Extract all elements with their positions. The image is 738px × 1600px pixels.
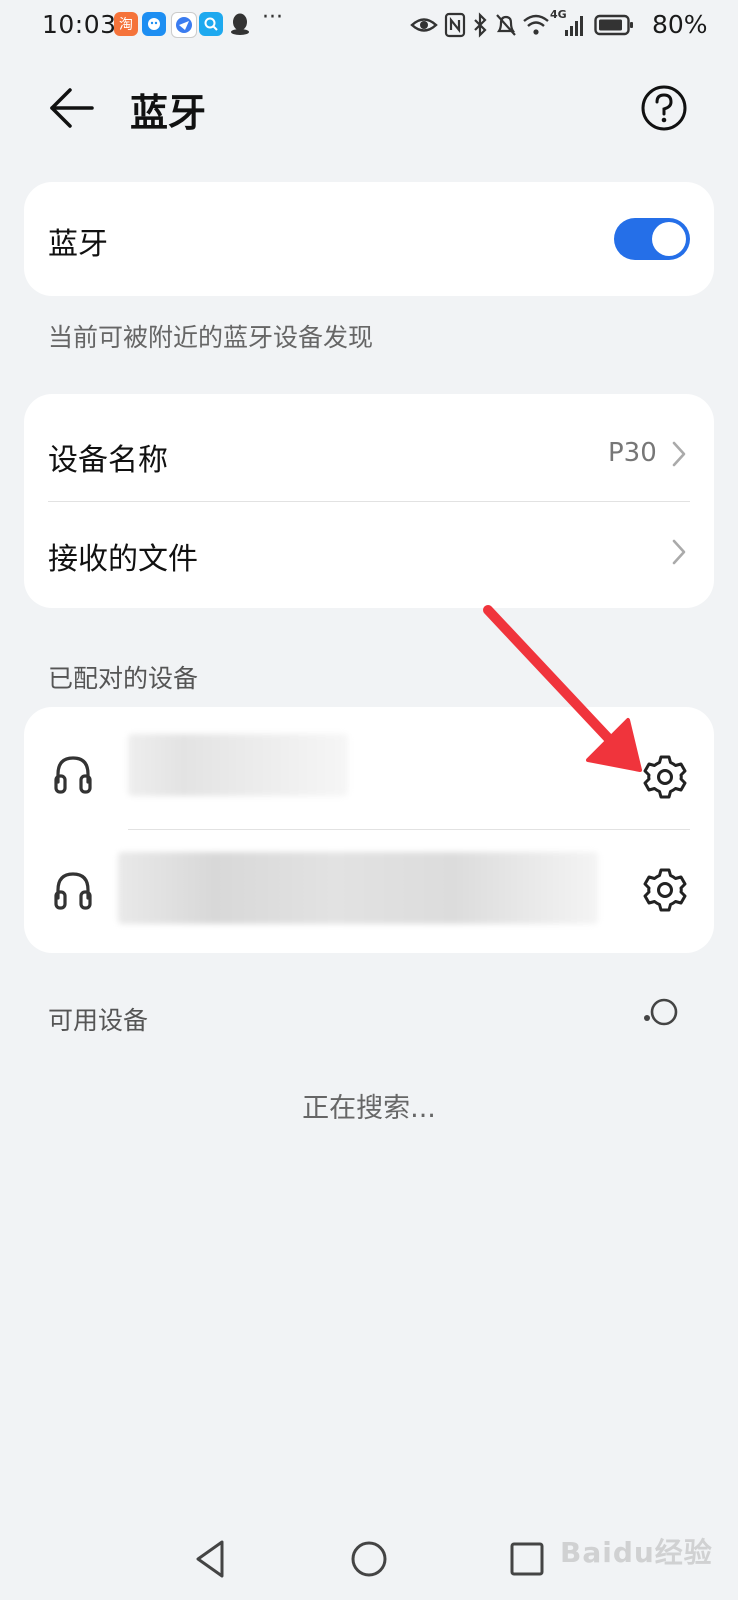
paired-device-name bbox=[118, 852, 598, 924]
headset-icon bbox=[54, 756, 92, 794]
nav-home-button[interactable] bbox=[344, 1534, 394, 1584]
switch-knob bbox=[652, 222, 686, 256]
status-bar: 10:03 淘 ··· 4G 80% bbox=[0, 0, 738, 52]
watermark: Baidu经验 bbox=[560, 1536, 713, 1569]
mute-bell-icon bbox=[496, 14, 516, 36]
device-name-label: 设备名称 bbox=[48, 443, 168, 478]
square-recents-icon bbox=[510, 1542, 544, 1576]
paired-device-name bbox=[128, 734, 348, 796]
bluetooth-switch[interactable] bbox=[614, 218, 690, 260]
search-app-icon bbox=[199, 12, 223, 36]
page-title: 蓝牙 bbox=[130, 91, 207, 135]
bluetooth-status-icon bbox=[474, 12, 487, 38]
searching-status: 正在搜索... bbox=[302, 1093, 436, 1124]
back-button[interactable] bbox=[44, 82, 100, 134]
chevron-right-icon bbox=[672, 441, 686, 467]
headset-icon bbox=[54, 872, 92, 910]
bluetooth-toggle-card bbox=[24, 182, 714, 296]
circle-home-icon bbox=[351, 1541, 387, 1577]
eye-icon bbox=[410, 18, 438, 32]
paired-devices-header: 已配对的设备 bbox=[48, 664, 199, 693]
chevron-right-icon bbox=[672, 539, 686, 565]
annotation-arrow bbox=[483, 605, 642, 772]
received-files-label: 接收的文件 bbox=[48, 542, 198, 577]
status-time: 10:03 bbox=[42, 10, 117, 39]
back-arrow-icon bbox=[50, 88, 94, 128]
device-name-value: P30 bbox=[608, 438, 657, 468]
scanning-spinner-icon bbox=[644, 998, 678, 1026]
bluetooth-toggle-label: 蓝牙 bbox=[48, 227, 108, 262]
triangle-back-icon bbox=[196, 1540, 224, 1578]
battery-percent: 80% bbox=[652, 10, 708, 39]
browser-app-icon bbox=[171, 12, 197, 38]
device-settings-button[interactable] bbox=[636, 861, 694, 919]
nfc-icon bbox=[444, 12, 466, 38]
nav-recents-button[interactable] bbox=[502, 1534, 552, 1584]
signal-icon bbox=[565, 16, 583, 36]
taobao-app-icon: 淘 bbox=[114, 12, 138, 36]
nav-back-button[interactable] bbox=[186, 1534, 236, 1584]
battery-icon bbox=[594, 14, 633, 36]
help-icon bbox=[641, 85, 687, 131]
chat-app-icon bbox=[142, 12, 166, 36]
gear-icon bbox=[643, 868, 687, 912]
visibility-hint: 当前可被附近的蓝牙设备发现 bbox=[48, 323, 374, 352]
more-notifications-icon: ··· bbox=[262, 5, 283, 30]
wifi-icon bbox=[523, 14, 549, 35]
qq-icon bbox=[228, 12, 252, 36]
available-devices-header: 可用设备 bbox=[48, 1006, 149, 1035]
help-button[interactable] bbox=[640, 84, 688, 132]
